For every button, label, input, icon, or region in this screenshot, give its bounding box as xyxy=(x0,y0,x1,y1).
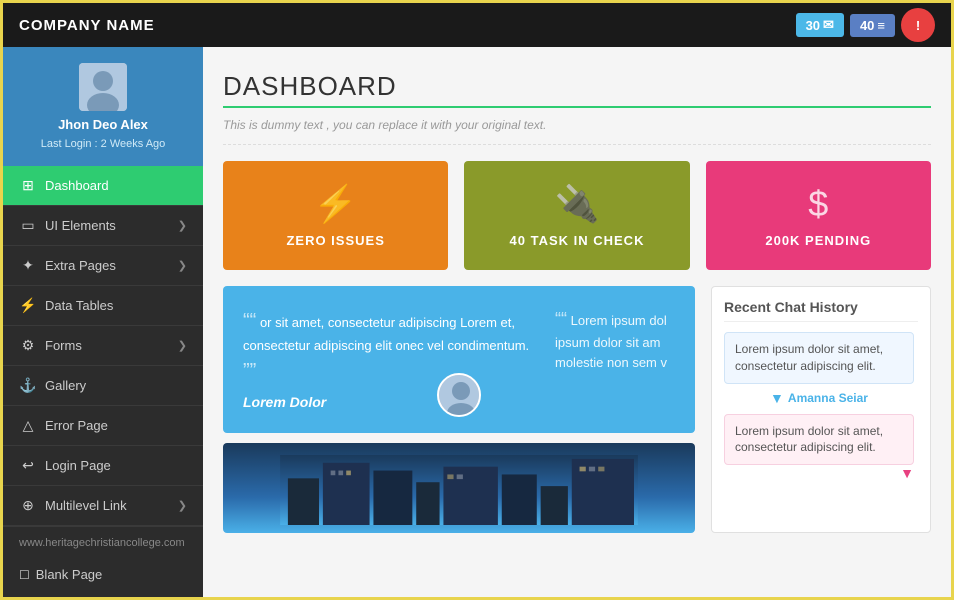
nav-items: ⊞ Dashboard ▭ UI Elements ❯ ✦ Extra Page… xyxy=(3,166,203,526)
chat-bubble-received: Lorem ipsum dolor sit amet, consectetur … xyxy=(724,332,914,384)
stat-label-pending: 200K PENDING xyxy=(765,233,871,248)
image-placeholder xyxy=(223,443,695,533)
sidebar: Jhon Deo Alex Last Login : 2 Weeks Ago ⊞… xyxy=(3,47,203,597)
topnav-icons: 30 ✉ 40 ≡ ! xyxy=(796,8,935,42)
alert-button[interactable]: ! xyxy=(901,8,935,42)
nav-label: Error Page xyxy=(45,418,108,433)
chevron-right-icon: ❯ xyxy=(178,339,187,352)
testimonial-name: Lorem Dolor xyxy=(243,392,539,413)
user-name: Jhon Deo Alex xyxy=(58,117,148,132)
lower-section: ““ or sit amet, consectetur adipiscing L… xyxy=(223,286,931,533)
stat-cards: ⚡ ZERO ISSUES 🔌 40 TASK IN CHECK $ 200K … xyxy=(223,161,931,270)
lightning-icon: ⚡ xyxy=(313,183,358,225)
nav-icon: ⚙ xyxy=(19,337,37,354)
mail-count: 30 xyxy=(806,18,820,33)
nav-label: Data Tables xyxy=(45,298,113,313)
sidebar-item-gallery[interactable]: ⚓ Gallery xyxy=(3,366,203,406)
building-svg xyxy=(231,455,687,525)
nav-label: Multilevel Link xyxy=(45,498,127,513)
nav-icon: ⚡ xyxy=(19,297,37,314)
nav-label: Dashboard xyxy=(45,178,109,193)
right-panel: Recent Chat History Lorem ipsum dolor si… xyxy=(711,286,931,533)
list-button[interactable]: 40 ≡ xyxy=(850,14,895,37)
testimonial-text-right: Lorem ipsum dol ipsum dolor sit am moles… xyxy=(555,313,667,370)
sidebar-item-extra-pages[interactable]: ✦ Extra Pages ❯ xyxy=(3,246,203,286)
nav-icon: ↩ xyxy=(19,457,37,474)
nav-label: Gallery xyxy=(45,378,86,393)
company-name: COMPANY NAME xyxy=(19,17,155,34)
mail-button[interactable]: 30 ✉ xyxy=(796,13,844,37)
plug-icon: 🔌 xyxy=(555,183,600,225)
avatar xyxy=(79,63,127,111)
chat-history-panel: Recent Chat History Lorem ipsum dolor si… xyxy=(711,286,931,533)
stat-label-tasks: 40 TASK IN CHECK xyxy=(510,233,645,248)
lower-left: ““ or sit amet, consectetur adipiscing L… xyxy=(223,286,695,533)
quote-open-icon: ““ xyxy=(243,310,256,332)
user-last-login: Last Login : 2 Weeks Ago xyxy=(41,138,166,150)
stat-label-issues: ZERO ISSUES xyxy=(286,233,384,248)
chevron-right-icon: ❯ xyxy=(178,219,187,232)
testimonial-avatar xyxy=(437,373,481,417)
sidebar-item-data-tables[interactable]: ⚡ Data Tables xyxy=(3,286,203,326)
chat-scroll[interactable]: Lorem ipsum dolor sit amet, consectetur … xyxy=(724,332,918,512)
mail-icon: ✉ xyxy=(823,17,834,33)
user-profile: Jhon Deo Alex Last Login : 2 Weeks Ago xyxy=(3,47,203,166)
testimonial-right: ““ Lorem ipsum dol ipsum dolor sit am mo… xyxy=(555,306,675,413)
chat-sender: ▼ Amanna Seiar xyxy=(724,390,914,406)
list-icon: ≡ xyxy=(877,18,885,33)
nav-label: Extra Pages xyxy=(45,258,116,273)
sidebar-item-multilevel-link[interactable]: ⊕ Multilevel Link ❯ xyxy=(3,486,203,526)
title-underline xyxy=(223,106,931,108)
nav-icon: ⊞ xyxy=(19,177,37,194)
chevron-right-icon: ❯ xyxy=(178,259,187,272)
sender-name: Amanna Seiar xyxy=(788,391,868,405)
arrow-down-icon: ▼ xyxy=(770,390,784,406)
nav-label: UI Elements xyxy=(45,218,116,233)
nav-icon: ✦ xyxy=(19,257,37,274)
dollar-icon: $ xyxy=(808,183,828,225)
stat-card-pending[interactable]: $ 200K PENDING xyxy=(706,161,931,270)
nav-icon: ▭ xyxy=(19,217,37,234)
sidebar-item-dashboard[interactable]: ⊞ Dashboard xyxy=(3,166,203,206)
sidebar-item-forms[interactable]: ⚙ Forms ❯ xyxy=(3,326,203,366)
stat-card-issues[interactable]: ⚡ ZERO ISSUES xyxy=(223,161,448,270)
testimonial: ““ or sit amet, consectetur adipiscing L… xyxy=(223,286,695,433)
chat-history-title: Recent Chat History xyxy=(724,299,918,322)
sidebar-item-login-page[interactable]: ↩ Login Page xyxy=(3,446,203,486)
alert-icon: ! xyxy=(916,18,920,33)
testimonial-text-left: or sit amet, consectetur adipiscing Lore… xyxy=(243,315,529,353)
quote-close-icon: ”” xyxy=(243,360,256,382)
arrow-down-right-icon: ▼ xyxy=(724,465,914,481)
sidebar-item-error-page[interactable]: △ Error Page xyxy=(3,406,203,446)
topnav: COMPANY NAME 30 ✉ 40 ≡ ! xyxy=(3,3,951,47)
chat-bubble-sent: Lorem ipsum dolor sit amet, consectetur … xyxy=(724,414,914,466)
nav-icon: △ xyxy=(19,417,37,434)
page-subtitle: This is dummy text , you can replace it … xyxy=(223,118,931,145)
sidebar-item-ui-elements[interactable]: ▭ UI Elements ❯ xyxy=(3,206,203,246)
sidebar-footer: www.heritagechristiancollege.com xyxy=(3,526,203,559)
page-title: DASHBOARD xyxy=(223,71,931,102)
sidebar-item-blank-page[interactable]: ☐ Blank Page xyxy=(3,559,203,590)
main-layout: Jhon Deo Alex Last Login : 2 Weeks Ago ⊞… xyxy=(3,47,951,597)
nav-icon: ⊕ xyxy=(19,497,37,514)
nav-label: Login Page xyxy=(45,458,111,473)
stat-card-tasks[interactable]: 🔌 40 TASK IN CHECK xyxy=(464,161,689,270)
list-count: 40 xyxy=(860,18,874,33)
testimonial-quote-right: ““ xyxy=(555,309,567,329)
testimonial-left: ““ or sit amet, consectetur adipiscing L… xyxy=(243,306,539,413)
chevron-right-icon: ❯ xyxy=(178,499,187,512)
content: DASHBOARD This is dummy text , you can r… xyxy=(203,47,951,597)
checkbox-icon: ☐ xyxy=(19,568,30,582)
nav-icon: ⚓ xyxy=(19,377,37,394)
nav-label: Forms xyxy=(45,338,82,353)
